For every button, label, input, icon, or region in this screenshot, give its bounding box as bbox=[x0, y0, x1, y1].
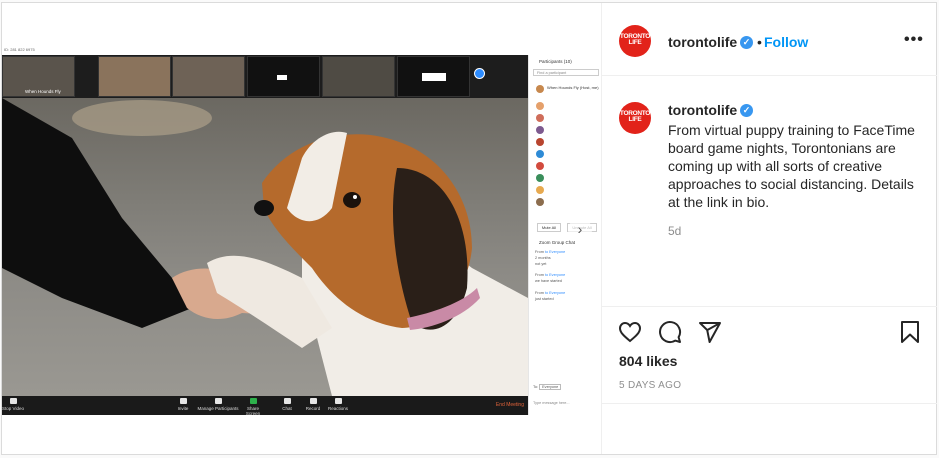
share-screen-button: Share Screen bbox=[240, 398, 266, 416]
chat-recipient: To: Everyone bbox=[533, 384, 562, 390]
thumbnail-scroll-button bbox=[474, 68, 485, 79]
dog-photo bbox=[2, 98, 528, 396]
participant-avatar bbox=[536, 150, 544, 158]
manage-participants-button: Manage Participants bbox=[196, 398, 240, 411]
bookmark-icon[interactable] bbox=[898, 320, 922, 344]
participant-thumbnail: When Hounds Fly bbox=[2, 56, 75, 97]
participant-avatar bbox=[536, 162, 544, 170]
participant-thumbnail bbox=[172, 56, 245, 97]
participant-thumbnail bbox=[247, 56, 320, 97]
separator: • bbox=[757, 34, 762, 50]
participant-thumbnails: When Hounds Fly bbox=[2, 55, 528, 98]
username-link[interactable]: torontolife bbox=[668, 34, 737, 50]
video-call-screenshot: ID: 281 822 6975 When Hounds Fly Stop Vi… bbox=[2, 45, 601, 416]
mute-all-button: Mute All bbox=[537, 223, 561, 232]
call-window-title: ID: 281 822 6975 bbox=[4, 47, 35, 52]
chat-message: just started bbox=[535, 297, 554, 301]
chat-message: From to Everyone bbox=[535, 250, 566, 254]
comment-icon[interactable] bbox=[658, 320, 682, 344]
participant-thumbnail bbox=[98, 56, 171, 97]
heart-icon[interactable] bbox=[618, 320, 642, 344]
thumbnail-caption: When Hounds Fly bbox=[25, 89, 61, 94]
chat-message-input: Type message here... bbox=[533, 401, 570, 405]
post-actions: 804 likes 5 DAYS AGO bbox=[602, 306, 937, 454]
chat-message: From to Everyone bbox=[535, 273, 566, 277]
verified-icon: ✓ bbox=[740, 36, 753, 49]
likes-count[interactable]: 804 likes bbox=[619, 353, 677, 369]
call-toolbar: Stop Video Invite Manage Participants Sh… bbox=[2, 396, 528, 416]
participant-avatar bbox=[536, 102, 544, 110]
caption-section: TORONTO LIFE torontolife ✓ From virtual p… bbox=[602, 77, 937, 306]
participant-avatar bbox=[536, 186, 544, 194]
participants-header: Participants (10) bbox=[539, 59, 572, 64]
post-timestamp[interactable]: 5 DAYS AGO bbox=[619, 380, 681, 391]
caption-username[interactable]: torontolife bbox=[668, 102, 737, 118]
participant-thumbnail bbox=[397, 56, 470, 97]
post-media[interactable]: ID: 281 822 6975 When Hounds Fly Stop Vi… bbox=[2, 3, 601, 454]
end-meeting-button: End Meeting bbox=[495, 402, 524, 408]
stop-video-button: Stop Video bbox=[2, 398, 24, 411]
participant-thumbnail bbox=[322, 56, 395, 97]
share-icon[interactable] bbox=[698, 320, 722, 344]
find-participant-field: Find a participant bbox=[533, 69, 599, 76]
participant-avatar bbox=[536, 198, 544, 206]
divider bbox=[602, 403, 937, 404]
chevron-right-icon[interactable]: › bbox=[568, 218, 592, 242]
chat-message: 2 months bbox=[535, 256, 551, 260]
participant-name: When Hounds Fly (Host, me) bbox=[547, 85, 599, 90]
verified-icon: ✓ bbox=[740, 104, 753, 117]
post-header: TORONTO LIFE torontolife ✓ • Follow ••• bbox=[602, 3, 937, 76]
follow-button[interactable]: Follow bbox=[764, 34, 808, 50]
instagram-post: ID: 281 822 6975 When Hounds Fly Stop Vi… bbox=[1, 2, 937, 455]
record-button: Record bbox=[304, 398, 322, 411]
participant-avatar bbox=[536, 85, 544, 93]
participant-avatar bbox=[536, 138, 544, 146]
participant-avatar bbox=[536, 114, 544, 122]
chat-header: Zoom Group Chat bbox=[539, 240, 576, 245]
chat-message: From to Everyone bbox=[535, 291, 566, 295]
chat-message: we have started bbox=[535, 279, 562, 283]
chat-button: Chat bbox=[280, 398, 294, 411]
reactions-button: Reactions bbox=[326, 398, 350, 411]
more-options-icon[interactable]: ••• bbox=[904, 31, 924, 49]
participant-avatar bbox=[536, 126, 544, 134]
caption-text: From virtual puppy training to FaceTime … bbox=[668, 122, 915, 210]
participant-avatar bbox=[536, 174, 544, 182]
post-sidebar: TORONTO LIFE torontolife ✓ • Follow ••• T… bbox=[601, 3, 937, 454]
account-avatar[interactable]: TORONTO LIFE bbox=[619, 102, 651, 134]
invite-button: Invite bbox=[174, 398, 192, 411]
caption-age: 5d bbox=[668, 224, 682, 238]
account-avatar[interactable]: TORONTO LIFE bbox=[619, 25, 651, 57]
chat-message: not yet bbox=[535, 262, 547, 266]
